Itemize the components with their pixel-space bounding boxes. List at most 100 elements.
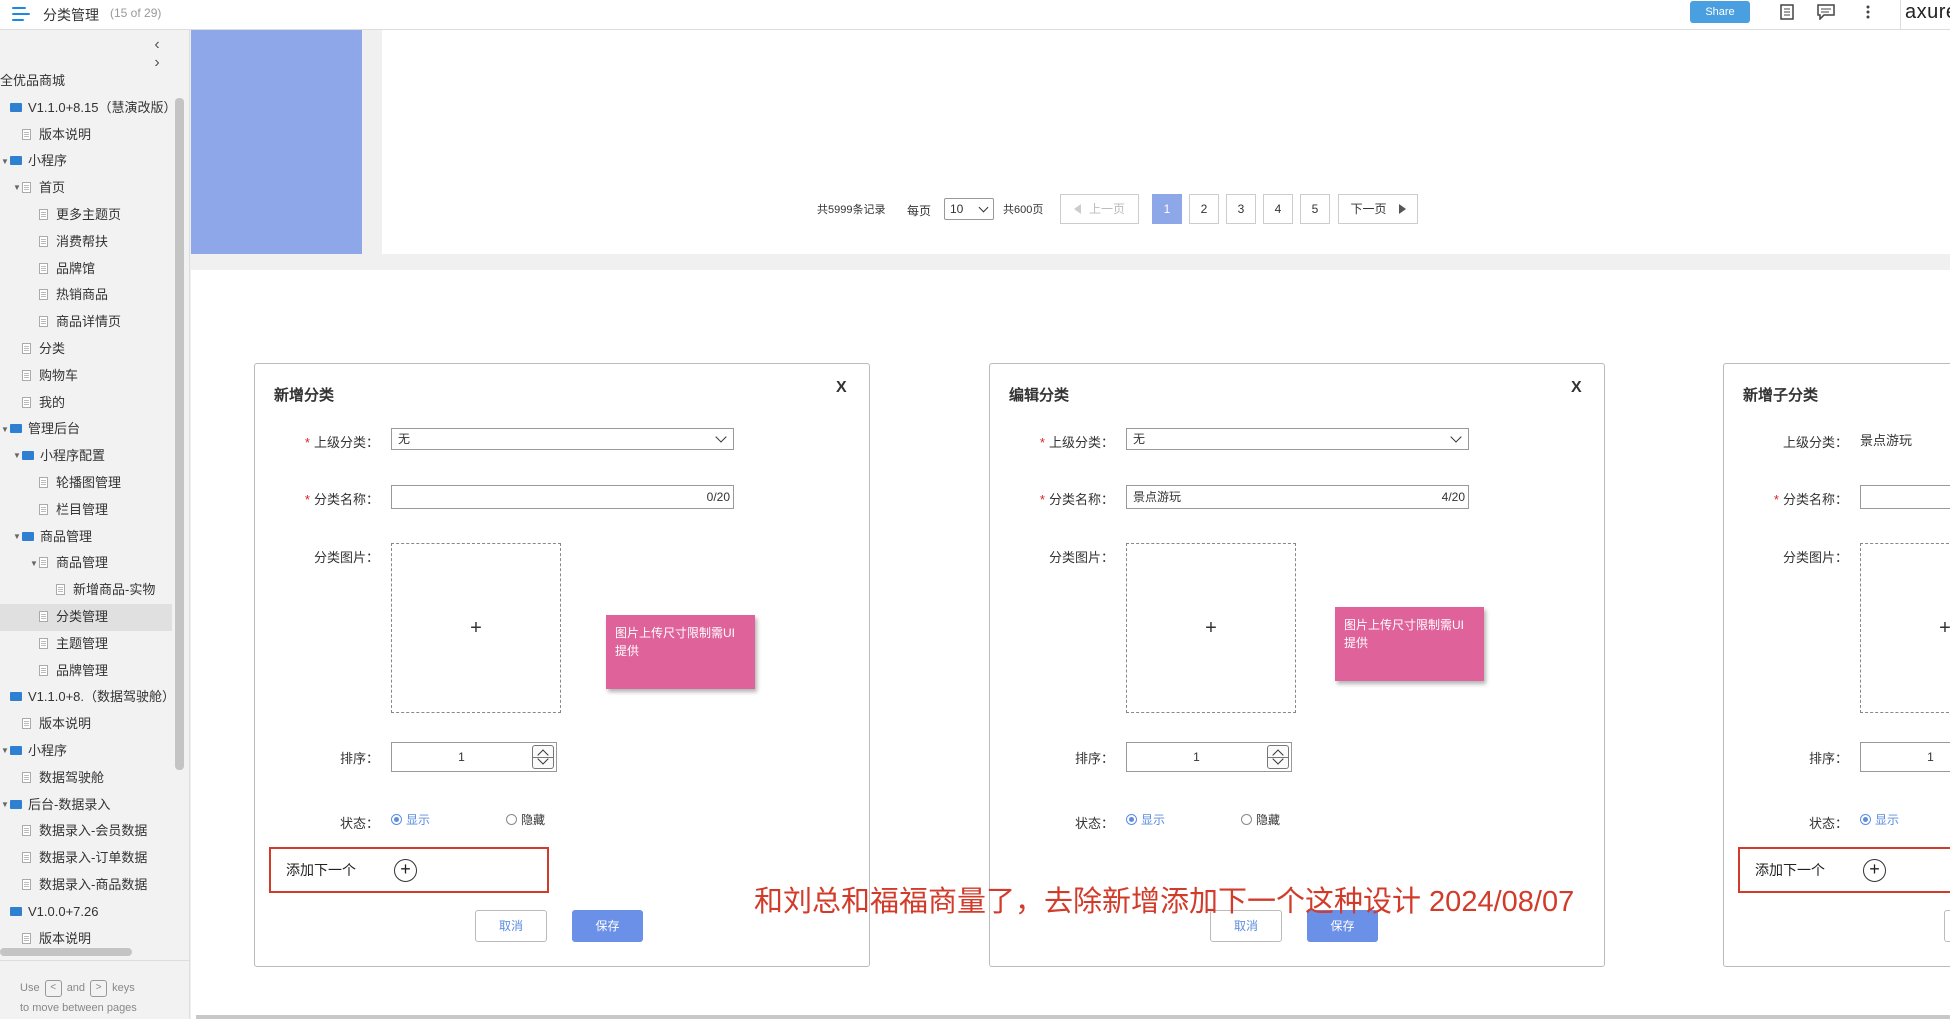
sidebar-item[interactable]: 热销商品 xyxy=(0,282,172,309)
sort-stepper[interactable]: 1 xyxy=(1126,742,1292,772)
sidebar-item[interactable]: ▼ 首页 xyxy=(0,175,172,202)
sidebar-item[interactable]: 栏目管理 xyxy=(0,497,172,524)
sidebar-item-label: 主题管理 xyxy=(56,635,109,651)
expand-arrow-icon[interactable]: ▼ xyxy=(0,149,10,176)
canvas-horizontal-scrollbar[interactable] xyxy=(196,1015,1950,1019)
category-name-input[interactable]: 0/20 xyxy=(391,485,734,509)
sidebar-item[interactable]: 数据录入-订单数据 xyxy=(0,845,172,872)
parent-category-select[interactable]: 无 xyxy=(1126,428,1469,450)
sort-stepper[interactable]: 1 xyxy=(391,742,557,772)
sidebar-item[interactable]: V1.1.0+8.15（慧演改版） xyxy=(0,95,176,122)
sidebar-item[interactable]: ▼ 小程序 xyxy=(0,738,172,765)
expand-arrow-icon[interactable]: ▼ xyxy=(12,524,22,551)
plus-circle-icon[interactable]: + xyxy=(1863,859,1886,882)
sidebar-item[interactable]: ▼ 管理后台 xyxy=(0,416,172,443)
sidebar-horizontal-scrollbar[interactable] xyxy=(0,948,132,956)
sidebar-item[interactable]: 新增商品-实物 xyxy=(0,577,172,604)
chevron-down-icon xyxy=(715,431,727,443)
next-page-button[interactable]: 下一页 xyxy=(1338,194,1418,224)
sidebar-item[interactable]: 品牌馆 xyxy=(0,256,172,283)
char-counter: 0/20 xyxy=(706,490,730,504)
sidebar-item[interactable]: ▼ 商品管理 xyxy=(0,524,172,551)
sidebar-item[interactable]: 数据录入-会员数据 xyxy=(0,818,172,845)
expand-arrow-icon[interactable]: ▼ xyxy=(0,792,10,819)
status-show-radio[interactable]: 显示 xyxy=(1126,811,1165,828)
expand-arrow-icon[interactable]: ▼ xyxy=(0,417,10,444)
expand-arrow-icon[interactable]: ▼ xyxy=(12,175,22,202)
stepper-buttons[interactable] xyxy=(532,745,554,769)
sidebar-item[interactable]: 分类 xyxy=(0,336,172,363)
close-icon[interactable]: X xyxy=(836,379,847,397)
sidebar-item[interactable]: 轮播图管理 xyxy=(0,470,172,497)
sidebar-item-label: V1.1.0+8.（数据驾驶舱） xyxy=(28,689,176,705)
status-hide-radio[interactable]: 隐藏 xyxy=(506,811,545,828)
cancel-button[interactable] xyxy=(1944,910,1950,942)
triangle-left-icon xyxy=(1073,203,1081,214)
comment-icon[interactable] xyxy=(1816,4,1836,24)
sidebar-item[interactable]: 我的 xyxy=(0,390,172,417)
dialog-title: 编辑分类 xyxy=(1009,387,1070,404)
sidebar-item[interactable]: 数据录入-商品数据 xyxy=(0,872,172,899)
save-button[interactable]: 保存 xyxy=(572,910,643,942)
prev-page-arrow-icon[interactable]: ‹ xyxy=(146,36,168,54)
status-label: 状态： xyxy=(1074,816,1114,831)
expand-arrow-icon[interactable]: ▼ xyxy=(0,738,10,765)
sidebar-item[interactable]: ▼ 小程序 xyxy=(0,148,172,175)
image-upload-box[interactable]: + xyxy=(1860,543,1950,713)
page-icon xyxy=(22,369,31,381)
menu-icon[interactable] xyxy=(12,7,30,21)
expand-arrow-icon[interactable]: ▼ xyxy=(12,443,22,470)
page-icon xyxy=(22,932,31,944)
sidebar-item[interactable]: 版本说明 xyxy=(0,711,172,738)
status-show-radio[interactable]: 显示 xyxy=(391,811,430,828)
category-name-input[interactable] xyxy=(1860,485,1950,509)
more-vertical-icon[interactable] xyxy=(1858,4,1878,24)
page-button-5[interactable]: 5 xyxy=(1300,194,1330,224)
close-icon[interactable]: X xyxy=(1571,379,1582,397)
sidebar-item[interactable]: 主题管理 xyxy=(0,631,172,658)
sidebar-item[interactable]: ▼ 商品管理 xyxy=(0,550,172,577)
share-button[interactable]: Share xyxy=(1690,1,1750,23)
status-show-radio[interactable]: 显示 xyxy=(1860,811,1899,828)
sidebar-item[interactable]: V1.0.0+7.26 xyxy=(0,899,172,926)
sidebar-item[interactable]: 版本说明 xyxy=(0,122,172,149)
prev-page-button[interactable]: 上一页 xyxy=(1060,194,1139,224)
parent-category-select[interactable]: 无 xyxy=(391,428,734,450)
category-name-label: * 分类名称： xyxy=(1773,492,1848,507)
sidebar-item[interactable]: 商品详情页 xyxy=(0,309,172,336)
sidebar-item[interactable]: 更多主题页 xyxy=(0,202,172,229)
sidebar-item[interactable]: ▼ 小程序配置 xyxy=(0,443,172,470)
image-upload-box[interactable]: + xyxy=(391,543,561,713)
page-button-3[interactable]: 3 xyxy=(1226,194,1256,224)
sidebar-item[interactable]: 购物车 xyxy=(0,363,172,390)
page-button-2[interactable]: 2 xyxy=(1189,194,1219,224)
category-name-input[interactable]: 景点游玩 4/20 xyxy=(1126,485,1469,509)
notes-icon[interactable] xyxy=(1777,4,1797,24)
char-counter: 4/20 xyxy=(1441,490,1465,504)
per-page-select[interactable]: 10 xyxy=(944,198,994,220)
toolbar-separator xyxy=(1900,0,1901,30)
sidebar-vertical-scrollbar[interactable] xyxy=(175,98,184,770)
add-next-row[interactable]: 添加下一个 + xyxy=(269,847,549,893)
sidebar-item[interactable]: V1.1.0+8.（数据驾驶舱） xyxy=(0,684,176,711)
folder-icon xyxy=(22,451,34,461)
sidebar-item[interactable]: 数据驾驶舱 xyxy=(0,765,172,792)
cancel-button[interactable]: 取消 xyxy=(475,910,547,942)
page-icon xyxy=(39,316,48,328)
add-next-row[interactable]: 添加下一个 + xyxy=(1738,847,1950,893)
sidebar-item[interactable]: 品牌管理 xyxy=(0,658,172,685)
image-upload-box[interactable]: + xyxy=(1126,543,1296,713)
plus-circle-icon[interactable]: + xyxy=(394,859,417,882)
status-hide-radio[interactable]: 隐藏 xyxy=(1241,811,1280,828)
sidebar-item[interactable]: 全优品商城 xyxy=(0,68,172,95)
sidebar-item[interactable]: 分类管理 xyxy=(0,603,172,631)
sidebar-item[interactable]: 消费帮扶 xyxy=(0,229,172,256)
stepper-buttons[interactable] xyxy=(1267,745,1289,769)
sidebar-item[interactable]: ▼ 后台-数据录入 xyxy=(0,792,172,819)
sort-stepper[interactable]: 1 xyxy=(1860,742,1950,772)
folder-icon xyxy=(10,799,22,809)
sidebar-item-label: 我的 xyxy=(39,394,66,410)
expand-arrow-icon[interactable]: ▼ xyxy=(29,551,39,578)
page-button-4[interactable]: 4 xyxy=(1263,194,1293,224)
page-button-1[interactable]: 1 xyxy=(1152,194,1182,224)
